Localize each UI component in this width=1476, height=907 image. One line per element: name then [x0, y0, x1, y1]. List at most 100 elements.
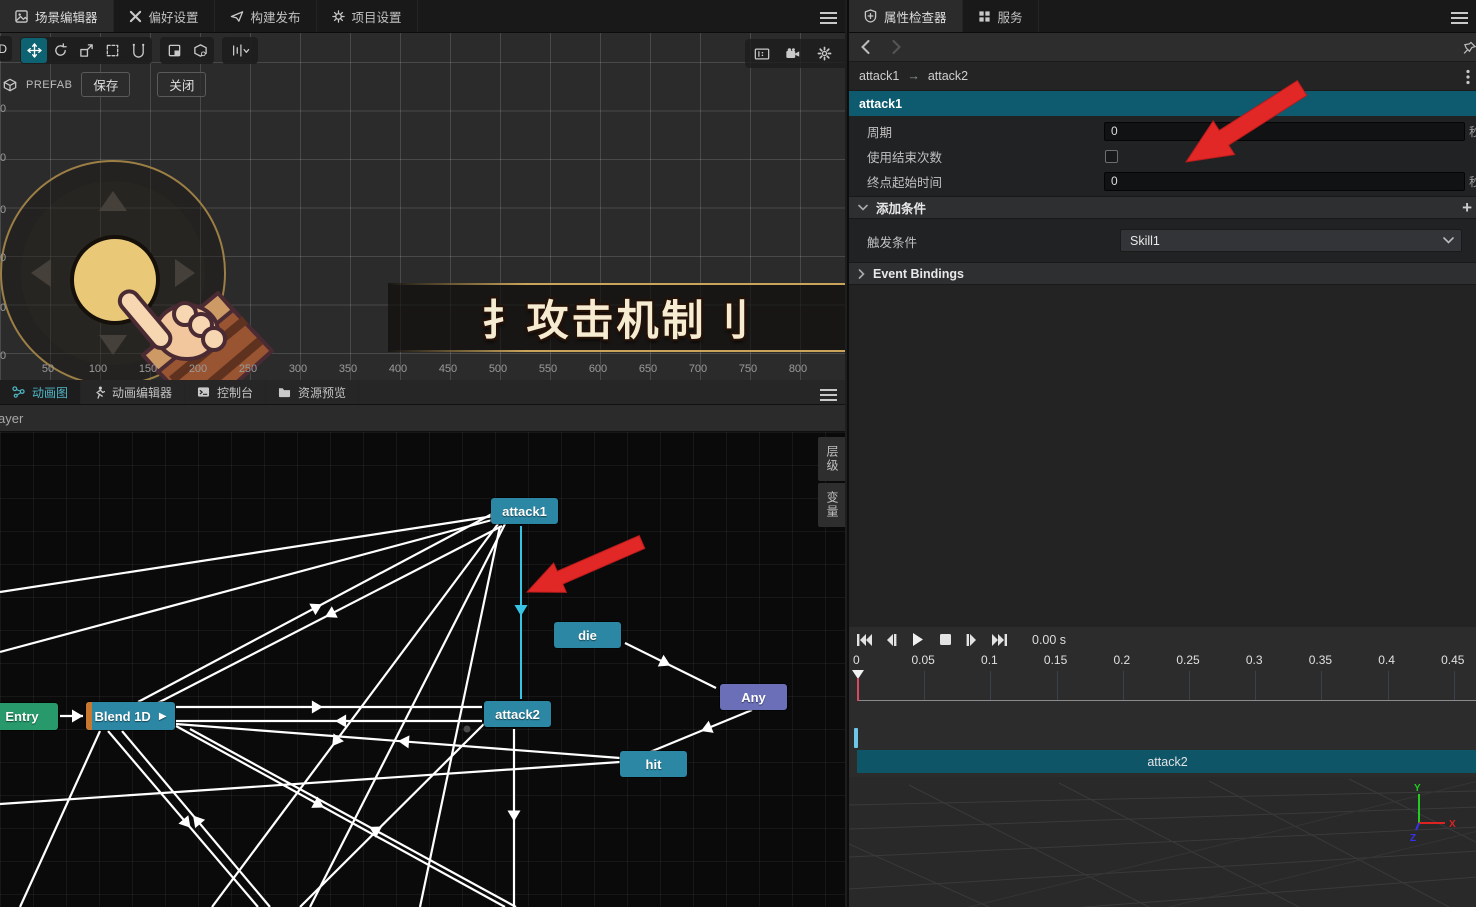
side-tab-hierarchy[interactable]: 层级 [818, 437, 845, 481]
scene-view-options [745, 39, 845, 68]
snap-3d-button[interactable] [187, 38, 213, 63]
back-icon[interactable] [861, 40, 870, 54]
wrench-icon [129, 10, 141, 22]
state-node-blend1d[interactable]: Blend 1D ▶ [86, 702, 175, 730]
inspector-empty-area [849, 285, 1476, 627]
tab-preferences[interactable]: 偏好设置 [113, 0, 215, 32]
paper-plane-icon [230, 10, 243, 22]
scene-viewport[interactable]: D PREFAB 保存 关闭 扌攻击机制刂 50 100 150 200 250… [0, 33, 845, 380]
node-label: attack1 [502, 503, 547, 519]
ruler-number: 0 [0, 152, 7, 164]
state-node-attack2[interactable]: attack2 [484, 701, 551, 727]
panel-config-button[interactable] [842, 41, 845, 66]
layer-row: ayer [0, 405, 845, 432]
svg-text:Z: Z [1410, 833, 1416, 844]
play-icon: ▶ [158, 710, 167, 722]
rotate-tool-button[interactable] [47, 38, 73, 63]
tab-build[interactable]: 构建发布 [214, 0, 317, 32]
track-start-marker[interactable] [854, 728, 858, 748]
timeline-ruler[interactable] [852, 670, 1476, 701]
state-node-entry[interactable]: Entry [0, 703, 58, 730]
scene-image-icon [15, 9, 28, 23]
gizmo-settings-button[interactable] [223, 38, 257, 63]
ruler-tick [1453, 671, 1455, 700]
2d-toggle-button[interactable]: D [0, 36, 12, 61]
tab-services[interactable]: 服务 [962, 0, 1039, 32]
state-node-die[interactable]: die [554, 622, 621, 648]
transition-source-header[interactable]: attack1 [849, 91, 1476, 116]
tab-animation-editor[interactable]: 动画编辑器 [81, 380, 186, 404]
move-tool-button[interactable] [21, 37, 47, 63]
forward-icon[interactable] [892, 40, 901, 54]
stop-button[interactable] [936, 631, 954, 648]
pin-icon[interactable] [1463, 41, 1476, 55]
exit-count-checkbox[interactable] [1105, 149, 1118, 163]
tab-scene-editor[interactable]: 场景编辑器 [0, 0, 114, 32]
ruler-number: 600 [588, 363, 608, 375]
dest-start-input[interactable] [1104, 171, 1465, 191]
banner-bottom-line [388, 350, 845, 352]
animation-graph-icon [12, 386, 25, 398]
add-condition-button[interactable]: + [1462, 198, 1472, 218]
trigger-select[interactable]: Skill1 [1120, 229, 1462, 252]
animation-track[interactable]: attack2 [857, 750, 1476, 773]
trigger-selected-value: Skill1 [1130, 233, 1160, 248]
main-tabbar: 场景编辑器 偏好设置 构建发布 项目设置 [0, 0, 845, 33]
state-node-hit[interactable]: hit [620, 751, 687, 777]
panel-menu-icon[interactable] [820, 386, 837, 401]
state-machine-canvas[interactable]: Entry Blend 1D ▶ attack1 attack2 die hit Any 层级… [0, 432, 845, 907]
chevron-down-icon [858, 204, 868, 211]
rect-tool-button[interactable] [99, 38, 125, 63]
snap-tool-button[interactable] [161, 38, 187, 63]
tab-label: 资源预览 [298, 385, 347, 400]
tab-label: 动画图 [32, 385, 69, 400]
add-condition-section[interactable]: 添加条件 + [849, 196, 1476, 219]
aspect-ratio-button[interactable] [749, 41, 775, 66]
scale-tool-button[interactable] [73, 38, 99, 63]
prefab-cube-icon [3, 78, 17, 91]
tab-console[interactable]: 控制台 [185, 380, 267, 404]
event-bindings-section[interactable]: Event Bindings [849, 262, 1476, 285]
tab-label: 偏好设置 [148, 10, 199, 25]
right-column: 属性检查器 服务 attack1 → attack2 attack1 周期 秒 [847, 0, 1476, 907]
current-time-label: 0.00 s [1032, 633, 1067, 647]
services-grid-icon [978, 10, 990, 22]
u-shape-icon [132, 43, 144, 58]
state-node-attack1[interactable]: attack1 [491, 498, 558, 524]
state-node-any[interactable]: Any [720, 684, 787, 710]
panel-menu-icon[interactable] [820, 9, 837, 24]
play-button[interactable] [909, 631, 927, 648]
breadcrumb-from[interactable]: attack1 [859, 69, 899, 83]
property-row-dest-start: 终点起始时间 秒 [849, 171, 1476, 191]
prefab-save-button[interactable]: 保存 [81, 72, 131, 97]
3d-preview-viewport[interactable]: Y X Z [849, 777, 1476, 907]
side-tab-variables[interactable]: 变量 [818, 483, 845, 527]
camera-button[interactable] [780, 41, 806, 66]
skip-to-end-button[interactable] [990, 631, 1008, 648]
breadcrumb-to[interactable]: attack2 [928, 69, 968, 83]
section-title: Event Bindings [873, 266, 964, 281]
animation-editor-icon [96, 386, 106, 399]
tab-project-settings[interactable]: 项目设置 [316, 0, 418, 32]
step-forward-button[interactable] [963, 631, 981, 648]
skip-to-start-button[interactable] [855, 631, 873, 648]
duration-input[interactable] [1104, 121, 1465, 141]
unit-label: 秒 [1469, 174, 1476, 189]
tick-label: 0.45 [1441, 653, 1465, 667]
scene-gear-button[interactable] [811, 41, 837, 66]
more-options-icon[interactable] [1466, 69, 1470, 85]
gizmo-tool-button[interactable] [125, 38, 151, 63]
graph-side-tabs: 层级 变量 [818, 437, 845, 529]
tab-asset-preview[interactable]: 资源预览 [266, 380, 360, 404]
tab-inspector[interactable]: 属性检查器 [849, 0, 963, 32]
tab-animation-graph[interactable]: 动画图 [0, 380, 82, 404]
panel-menu-icon[interactable] [1451, 9, 1468, 24]
ruler-number: 0 [0, 350, 7, 362]
property-row-duration: 周期 秒 [849, 121, 1476, 141]
gear-icon [817, 46, 831, 61]
step-back-button[interactable] [882, 631, 900, 648]
node-label: Blend 1D [94, 708, 151, 724]
prefab-close-button[interactable]: 关闭 [157, 72, 207, 97]
tick-label: 0.2 [1113, 653, 1131, 667]
breadcrumb-arrow-icon: → [907, 69, 920, 83]
